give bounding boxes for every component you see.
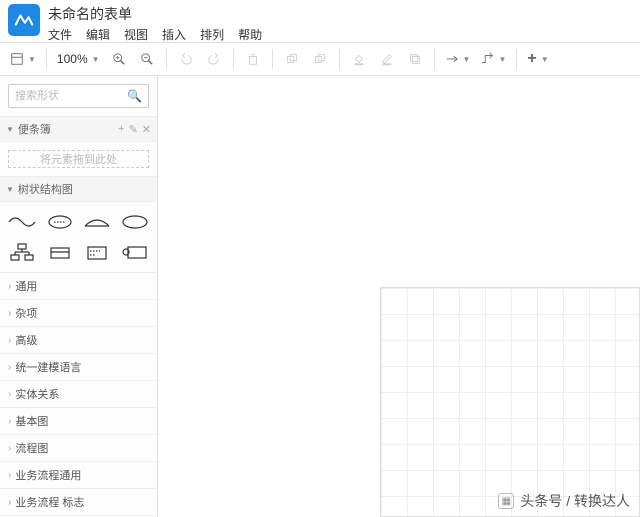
- close-icon[interactable]: ✕: [142, 123, 151, 136]
- watermark-logo-icon: ▦: [498, 493, 514, 509]
- page-layout-button[interactable]: ▼: [6, 46, 40, 72]
- category-item[interactable]: 杂项: [0, 300, 157, 327]
- shape-item[interactable]: [6, 240, 38, 264]
- chevron-down-icon: ▼: [6, 185, 14, 194]
- shape-palette: [0, 202, 157, 272]
- chevron-down-icon: ▼: [28, 55, 36, 64]
- watermark: ▦ 头条号 / 转换达人: [498, 491, 630, 511]
- toolbar: ▼ 100% ▼ ▼ ▼ +▼: [0, 42, 640, 76]
- waypoint-button[interactable]: ▼: [476, 46, 510, 72]
- shape-item[interactable]: [44, 240, 76, 264]
- menu-view[interactable]: 视图: [124, 26, 148, 43]
- scratchpad-title: 便条簿: [18, 121, 51, 137]
- shapes-panel-title: 树状结构图: [18, 181, 73, 197]
- category-item[interactable]: 业务流程 标志: [0, 489, 157, 516]
- chevron-down-icon: ▼: [463, 55, 471, 64]
- chevron-down-icon: ▼: [6, 125, 14, 134]
- shapes-panel-header[interactable]: ▼ 树状结构图: [0, 176, 157, 202]
- line-color-button[interactable]: [374, 46, 400, 72]
- category-item[interactable]: 高级: [0, 327, 157, 354]
- menu-bar: 文件 编辑 视图 插入 排列 帮助: [48, 26, 262, 43]
- zoom-value: 100%: [57, 52, 88, 66]
- chevron-down-icon: ▼: [498, 55, 506, 64]
- sidebar: 🔍 ▼ 便条簿 + ✎ ✕ 将元素拖到此处 ▼ 树状结构图 通用: [0, 76, 158, 517]
- shape-item[interactable]: [6, 210, 38, 234]
- chevron-down-icon: ▼: [92, 55, 100, 64]
- search-shapes-input[interactable]: 🔍: [8, 84, 149, 108]
- menu-help[interactable]: 帮助: [238, 26, 262, 43]
- search-field[interactable]: [15, 90, 127, 102]
- document-title[interactable]: 未命名的表单: [48, 4, 262, 24]
- add-icon[interactable]: +: [118, 123, 124, 135]
- category-item[interactable]: 基本图: [0, 408, 157, 435]
- insert-button[interactable]: +▼: [523, 46, 552, 72]
- edit-icon[interactable]: ✎: [129, 123, 138, 136]
- shape-item[interactable]: [82, 240, 114, 264]
- fill-color-button[interactable]: [346, 46, 372, 72]
- shape-item[interactable]: [119, 210, 151, 234]
- shape-item[interactable]: [82, 210, 114, 234]
- menu-edit[interactable]: 编辑: [86, 26, 110, 43]
- connection-button[interactable]: ▼: [441, 46, 475, 72]
- undo-button[interactable]: [173, 46, 199, 72]
- to-front-button[interactable]: [279, 46, 305, 72]
- scratchpad-header[interactable]: ▼ 便条簿 + ✎ ✕: [0, 116, 157, 142]
- category-item[interactable]: 业务流程通用: [0, 462, 157, 489]
- category-item[interactable]: 统一建模语言: [0, 354, 157, 381]
- shadow-button[interactable]: [402, 46, 428, 72]
- zoom-dropdown[interactable]: 100% ▼: [53, 46, 104, 72]
- category-list: 通用 杂项 高级 统一建模语言 实体关系 基本图 流程图 业务流程通用 业务流程…: [0, 272, 157, 517]
- search-icon: 🔍: [127, 89, 142, 103]
- redo-button[interactable]: [201, 46, 227, 72]
- shape-item[interactable]: [44, 210, 76, 234]
- menu-insert[interactable]: 插入: [162, 26, 186, 43]
- to-back-button[interactable]: [307, 46, 333, 72]
- category-item[interactable]: 通用: [0, 273, 157, 300]
- chevron-down-icon: ▼: [541, 55, 549, 64]
- watermark-text: 头条号 / 转换达人: [520, 491, 630, 511]
- category-item[interactable]: 流程图: [0, 435, 157, 462]
- scratchpad-dropzone[interactable]: 将元素拖到此处: [8, 150, 149, 168]
- shape-item[interactable]: [119, 240, 151, 264]
- zoom-out-button[interactable]: [134, 46, 160, 72]
- canvas[interactable]: [158, 76, 640, 517]
- app-icon: [8, 4, 40, 36]
- zoom-in-button[interactable]: [106, 46, 132, 72]
- menu-arrange[interactable]: 排列: [200, 26, 224, 43]
- drawing-page[interactable]: [380, 287, 640, 517]
- category-item[interactable]: 实体关系: [0, 381, 157, 408]
- delete-button[interactable]: [240, 46, 266, 72]
- menu-file[interactable]: 文件: [48, 26, 72, 43]
